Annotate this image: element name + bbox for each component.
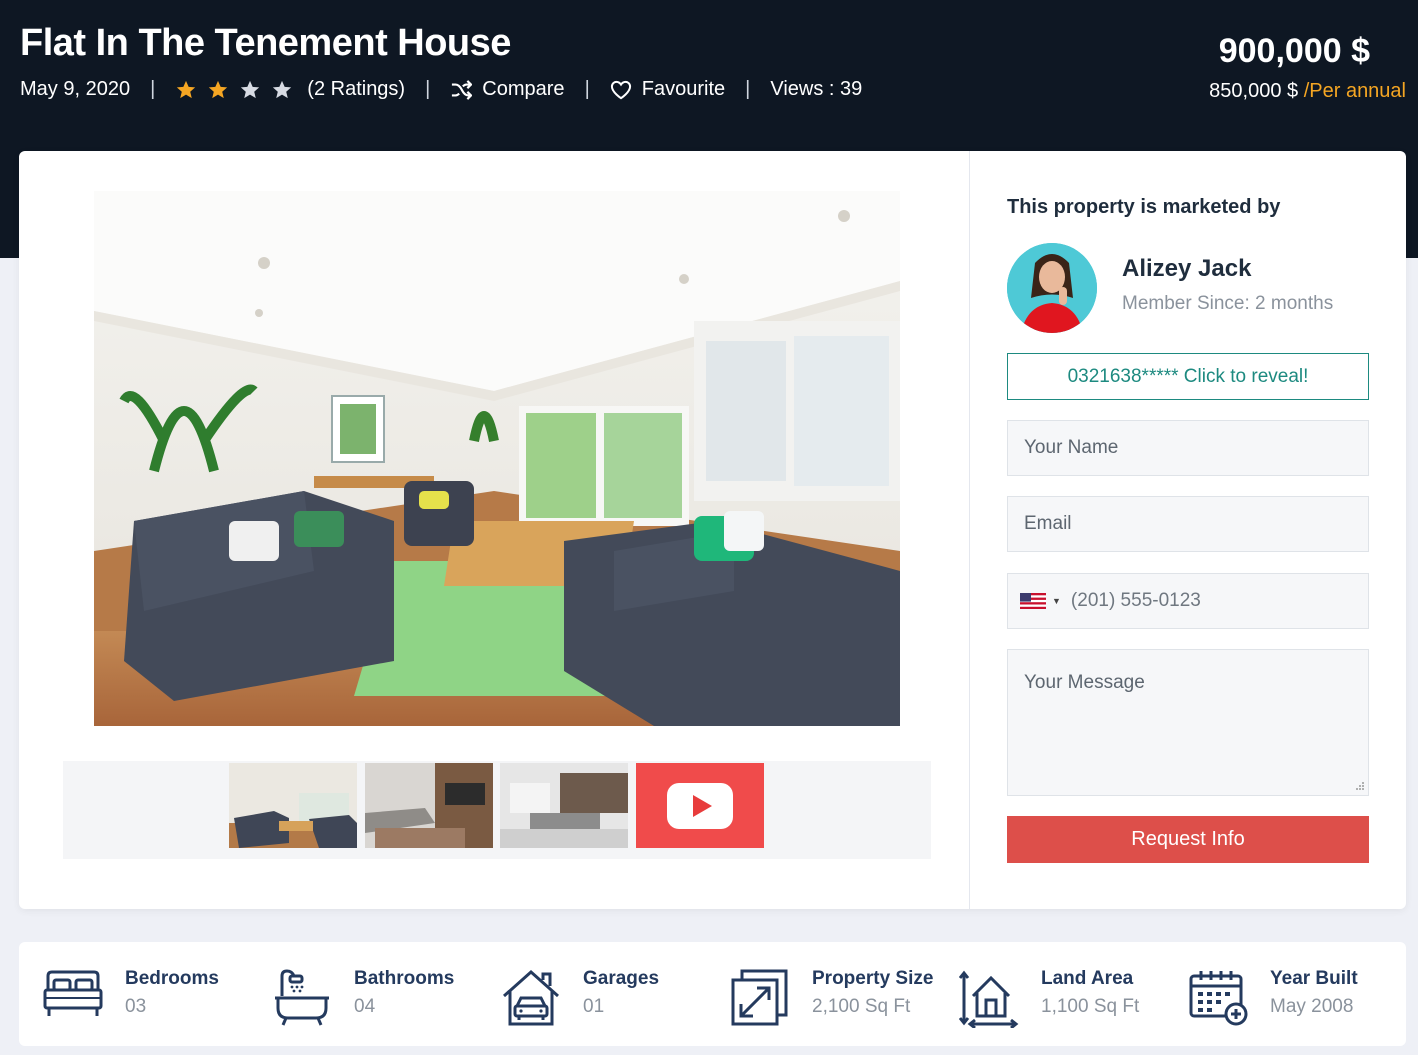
feature-garages: Garages 01 <box>501 962 701 1032</box>
feature-label: Bathrooms <box>354 968 455 989</box>
land-area-icon <box>959 970 1019 1028</box>
feature-value: May 2008 <box>1270 996 1354 1017</box>
living-room-image <box>94 191 900 726</box>
divider <box>969 151 970 909</box>
video-thumbnail[interactable] <box>636 763 764 848</box>
sub-price-amount: 850,000 $ <box>1209 80 1299 102</box>
feature-value: 01 <box>583 996 605 1017</box>
agent-avatar-image <box>1007 243 1097 333</box>
star-empty-icon <box>273 80 292 98</box>
separator: | <box>425 78 431 100</box>
ratings-count: (2 Ratings) <box>307 78 406 100</box>
feature-label: Land Area <box>1041 968 1134 989</box>
bed-icon <box>43 970 103 1016</box>
features-bar: Bedrooms 03 Bathrooms 04 Garages 01 Prop… <box>19 942 1406 1046</box>
star-filled-icon <box>177 80 196 98</box>
living-room-thumb <box>229 763 357 848</box>
rating[interactable]: (2 Ratings) <box>175 78 405 101</box>
favourite-label: Favourite <box>641 78 726 100</box>
views-count: Views : 39 <box>770 78 863 100</box>
compare-label: Compare <box>482 78 565 100</box>
feature-value: 04 <box>354 996 376 1017</box>
us-flag-icon <box>1020 593 1046 609</box>
sub-price: 850,000 $ /Per annual <box>1209 80 1406 103</box>
shuffle-icon <box>452 79 473 100</box>
star-empty-icon <box>241 80 260 98</box>
garage-icon <box>503 969 559 1026</box>
lounge-thumb <box>365 763 493 848</box>
separator: | <box>150 78 156 100</box>
agent-heading: This property is marketed by <box>1007 196 1281 218</box>
chevron-down-icon: ▼ <box>1052 596 1061 606</box>
price: 900,000 $ <box>1218 32 1370 70</box>
price-period: /Per annual <box>1303 80 1406 102</box>
thumbnail[interactable] <box>229 763 357 848</box>
star-filled-icon <box>209 80 228 98</box>
feature-value: 03 <box>125 996 147 1017</box>
page-title: Flat In The Tenement House <box>20 22 511 64</box>
youtube-play-icon <box>667 782 733 829</box>
feature-property-size: Property Size 2,100 Sq Ft <box>730 962 950 1032</box>
phone-input[interactable] <box>1070 574 1368 628</box>
listing-date: May 9, 2020 <box>20 78 131 100</box>
calendar-icon <box>1189 971 1248 1026</box>
heart-icon <box>610 80 631 99</box>
expand-icon <box>731 969 788 1026</box>
rating-stars <box>175 79 303 101</box>
bathtub-icon <box>275 969 329 1026</box>
agent-name[interactable]: Alizey Jack <box>1122 255 1251 283</box>
listing-meta-bar: May 9, 2020 | (2 Ratings) | Compare | Fa… <box>20 78 862 101</box>
compare-button[interactable]: Compare <box>450 78 565 101</box>
feature-bedrooms: Bedrooms 03 <box>43 962 243 1032</box>
feature-value: 1,100 Sq Ft <box>1041 996 1140 1017</box>
favourite-button[interactable]: Favourite <box>610 78 725 101</box>
resize-handle-icon[interactable] <box>1355 781 1365 791</box>
phone-field-group: ▼ <box>1007 573 1369 629</box>
separator: | <box>745 78 751 100</box>
feature-label: Garages <box>583 968 660 989</box>
feature-land-area: Land Area 1,100 Sq Ft <box>959 962 1159 1032</box>
message-field[interactable] <box>1007 649 1369 796</box>
listing-card: This property is marketed by Alizey Jack… <box>19 151 1406 909</box>
email-field[interactable] <box>1007 496 1369 552</box>
separator: | <box>584 78 590 100</box>
feature-year-built: Year Built May 2008 <box>1188 962 1388 1032</box>
name-field[interactable] <box>1007 420 1369 476</box>
feature-label: Bedrooms <box>125 968 219 989</box>
avatar[interactable] <box>1007 243 1097 333</box>
kitchen-thumb <box>500 763 628 848</box>
thumbnail[interactable] <box>500 763 628 848</box>
feature-label: Property Size <box>812 968 934 989</box>
feature-label: Year Built <box>1270 968 1358 989</box>
thumbnail[interactable] <box>365 763 493 848</box>
thumbnail-strip <box>63 761 931 859</box>
feature-value: 2,100 Sq Ft <box>812 996 911 1017</box>
country-selector[interactable]: ▼ <box>1008 593 1071 609</box>
request-info-button[interactable]: Request Info <box>1007 816 1369 863</box>
reveal-phone-button[interactable]: 0321638***** Click to reveal! <box>1007 353 1369 400</box>
feature-bathrooms: Bathrooms 04 <box>272 962 472 1032</box>
main-photo[interactable] <box>94 191 900 726</box>
member-since: Member Since: 2 months <box>1122 293 1334 314</box>
